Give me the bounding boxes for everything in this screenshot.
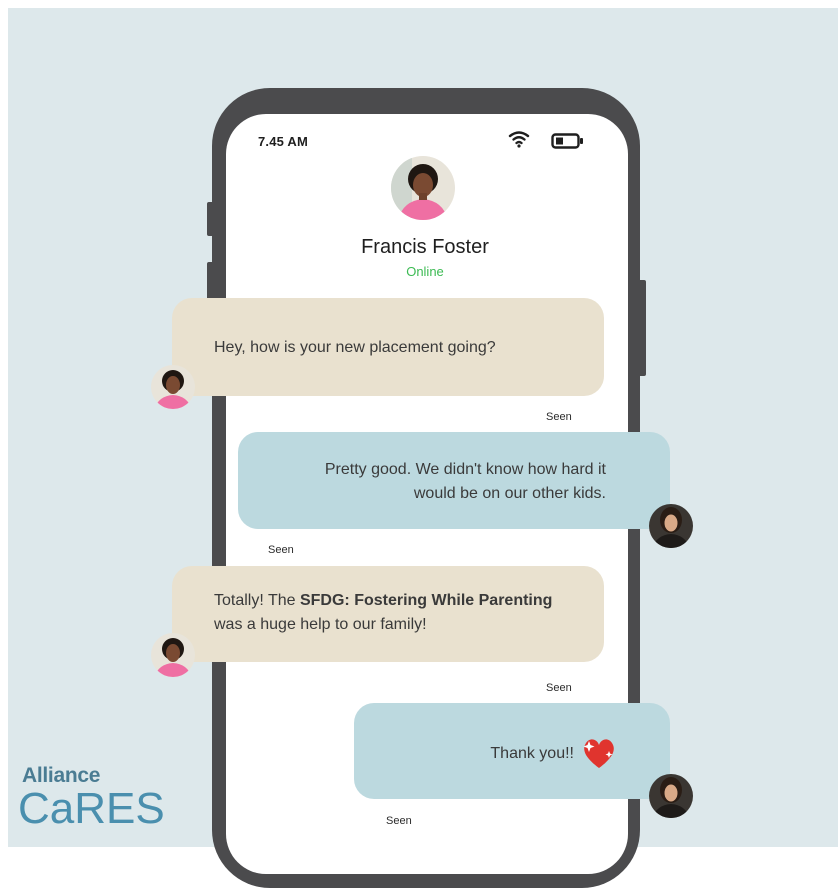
contact-avatar[interactable] xyxy=(390,155,456,221)
sender-avatar xyxy=(151,365,195,409)
read-receipt: Seen xyxy=(546,682,572,694)
message-text: Thank you!! xyxy=(490,745,574,762)
read-receipt: Seen xyxy=(268,544,294,556)
message-bubble-sent: Thank you!! xyxy=(354,703,670,799)
logo-cares: CaRES xyxy=(18,784,165,833)
user-avatar xyxy=(649,504,693,548)
message-text-line: Totally! The SFDG: Fostering While Paren… xyxy=(214,589,604,613)
message-bubble-received: Totally! The SFDG: Fostering While Paren… xyxy=(172,566,604,662)
message-text: Hey, how is your new placement going? xyxy=(214,339,496,356)
battery-icon xyxy=(551,133,583,149)
message-bubble-received: Hey, how is your new placement going? xyxy=(172,298,604,396)
message-bold-text: SFDG: Fostering While Parenting xyxy=(299,592,553,609)
wifi-icon xyxy=(508,131,530,148)
status-time: 7.45 AM xyxy=(258,134,309,149)
sender-avatar xyxy=(151,633,195,677)
read-receipt: Seen xyxy=(386,815,412,827)
message-text: Totally! The xyxy=(214,592,300,609)
message-bubble-sent: Pretty good. We didn't know how hard it … xyxy=(238,432,670,529)
user-avatar xyxy=(649,774,693,818)
message-text-line: was a huge help to our family! xyxy=(214,616,427,633)
read-receipt: Seen xyxy=(546,411,572,423)
contact-name: Francis Foster xyxy=(361,236,489,258)
message-text-line: Pretty good. We didn't know how hard it xyxy=(324,461,606,478)
message-text-line: would be on our other kids. xyxy=(413,485,606,502)
sparkling-heart-icon xyxy=(583,739,614,768)
contact-status: Online xyxy=(406,264,444,279)
